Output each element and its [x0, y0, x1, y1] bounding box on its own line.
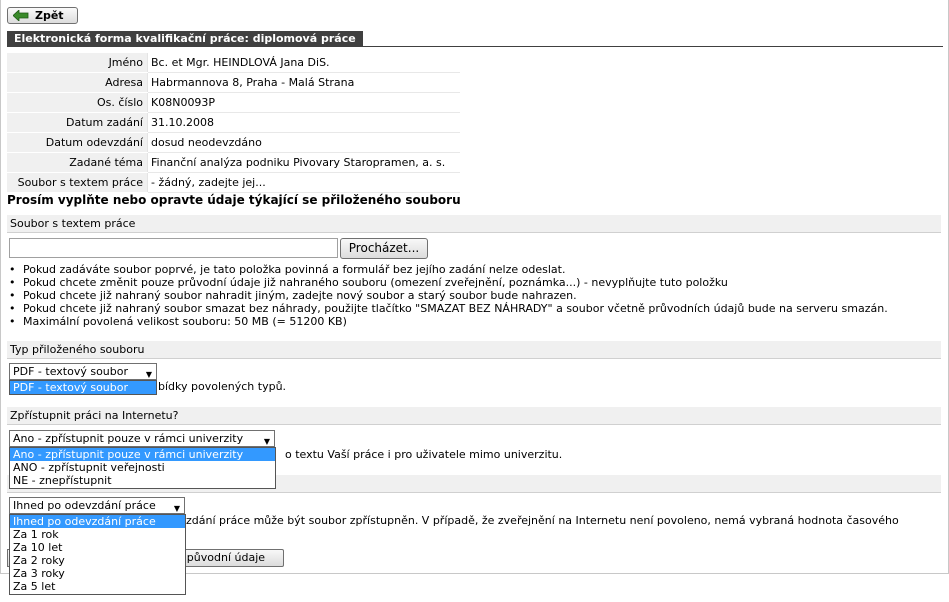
info-row: Adresa Habrmannova 8, Praha - Malá Stran… — [7, 72, 460, 93]
info-row: Zadané téma Finanční analýza podniku Piv… — [7, 152, 460, 173]
info-value: Finanční analýza podniku Pivovary Starop… — [147, 152, 460, 173]
info-row: Os. číslo K08N0093P — [7, 92, 460, 113]
back-button[interactable]: Zpět — [7, 7, 78, 24]
info-row: Soubor s textem práce - žádný, zadejte j… — [7, 172, 460, 193]
publish-time-select[interactable]: Ihned po odevzdání práce ▼ — [9, 497, 185, 514]
publish-time-selected: Ihned po odevzdání práce — [13, 499, 156, 512]
info-label: Datum odevzdání — [7, 132, 148, 153]
publish-time-option[interactable]: Za 5 let — [10, 580, 185, 593]
info-value: Habrmannova 8, Praha - Malá Strana — [147, 72, 460, 93]
file-type-dropdown[interactable]: PDF - textový soubor — [9, 380, 157, 395]
info-label: Os. číslo — [7, 92, 148, 113]
back-button-label: Zpět — [35, 9, 64, 22]
info-value: 31.10.2008 — [147, 112, 460, 133]
publish-time-option[interactable]: Za 2 roky — [10, 554, 185, 567]
info-row: Jméno Bc. et Mgr. HEINDLOVÁ Jana DiS. — [7, 53, 460, 73]
browse-button[interactable]: Procházet... — [340, 238, 428, 259]
file-type-help: bídky povolených typů. — [158, 380, 287, 393]
file-type-select[interactable]: PDF - textový soubor ▼ — [9, 363, 157, 380]
internet-access-selected: Ano - zpřístupnit pouze v rámci univerzi… — [13, 432, 244, 445]
list-item: Pokud chcete již nahraný soubor smazat b… — [9, 302, 939, 315]
internet-access-help: o textu Vaší práce i pro uživatele mimo … — [285, 448, 563, 461]
file-path-input[interactable] — [9, 238, 338, 258]
info-label: Zadané téma — [7, 152, 148, 173]
info-value: - žádný, zadejte jej... — [147, 172, 460, 193]
internet-access-dropdown[interactable]: Ano - zpřístupnit pouze v rámci univerzi… — [9, 447, 276, 489]
info-value: K08N0093P — [147, 92, 460, 113]
arrow-left-icon — [13, 10, 29, 21]
divider — [7, 424, 941, 425]
info-label: Datum zadání — [7, 112, 148, 133]
file-notes-list: Pokud zadáváte soubor poprvé, je tato po… — [9, 263, 939, 328]
divider — [7, 492, 941, 493]
file-type-selected: PDF - textový soubor — [13, 365, 129, 378]
file-section-label: Soubor s textem práce — [7, 215, 941, 232]
publish-time-option[interactable]: Za 3 roky — [10, 567, 185, 580]
info-label: Adresa — [7, 72, 148, 93]
publish-time-option[interactable]: Za 10 let — [10, 541, 185, 554]
publish-time-option[interactable]: Ihned po odevzdání práce — [10, 515, 185, 528]
internet-access-option[interactable]: NE - znepřístupnit — [10, 474, 275, 487]
info-label: Jméno — [7, 53, 148, 73]
info-value: dosud neodevzdáno — [147, 132, 460, 153]
list-item: Pokud zadáváte soubor poprvé, je tato po… — [9, 263, 939, 276]
info-label: Soubor s textem práce — [7, 172, 148, 193]
internet-access-select[interactable]: Ano - zpřístupnit pouze v rámci univerzi… — [9, 430, 275, 447]
divider — [7, 232, 941, 233]
publish-time-option[interactable]: Za 1 rok — [10, 528, 185, 541]
thesis-info-table: Jméno Bc. et Mgr. HEINDLOVÁ Jana DiS. Ad… — [7, 53, 460, 193]
section-title-rule — [7, 46, 943, 47]
form-heading: Prosím vyplňte nebo opravte údaje týkají… — [7, 193, 461, 207]
internet-access-option[interactable]: ANO - zpřístupnit veřejnosti — [10, 461, 275, 474]
list-item: Maximální povolená velikost souboru: 50 … — [9, 315, 939, 328]
divider — [7, 358, 941, 359]
info-row: Datum zadání 31.10.2008 — [7, 112, 460, 133]
restore-original-button[interactable]: t původní údaje — [172, 549, 284, 567]
info-row: Datum odevzdání dosud neodevzdáno — [7, 132, 460, 153]
file-type-option[interactable]: PDF - textový soubor — [10, 381, 156, 394]
publish-time-help: zdání práce může být soubor zpřístupněn.… — [186, 514, 899, 527]
internet-access-option[interactable]: Ano - zpřístupnit pouze v rámci univerzi… — [10, 448, 275, 461]
publish-time-dropdown[interactable]: Ihned po odevzdání práce Za 1 rok Za 10 … — [9, 514, 186, 595]
internet-access-label: Zpřístupnit práci na Internetu? — [7, 407, 941, 424]
file-type-label: Typ přiloženého souboru — [7, 341, 941, 358]
list-item: Pokud chcete již nahraný soubor nahradit… — [9, 289, 939, 302]
list-item: Pokud chcete změnit pouze průvodní údaje… — [9, 276, 939, 289]
section-title: Elektronická forma kvalifikační práce: d… — [7, 31, 363, 46]
info-value: Bc. et Mgr. HEINDLOVÁ Jana DiS. — [147, 53, 460, 73]
